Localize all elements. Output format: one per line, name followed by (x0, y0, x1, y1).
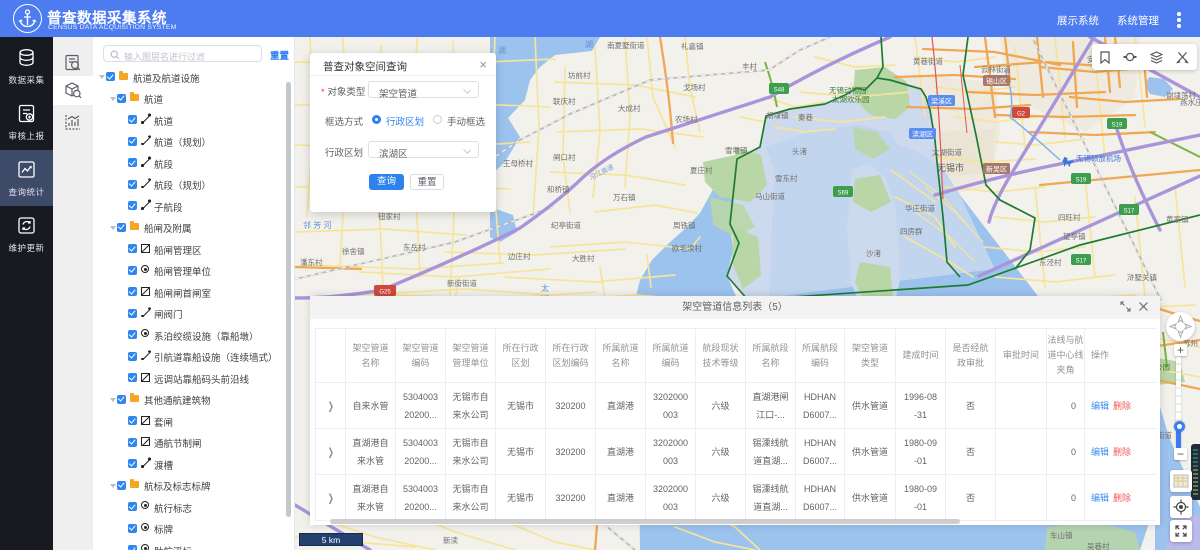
svg-text:纪亭街道: 纪亭街道 (551, 220, 581, 230)
svg-text:G25: G25 (379, 290, 391, 296)
svg-text:边庄村: 边庄村 (508, 251, 531, 261)
svg-text:南夏墅街道: 南夏墅街道 (607, 40, 645, 50)
svg-text:和桥镇: 和桥镇 (547, 184, 570, 194)
svg-text:四旺村: 四旺村 (1058, 212, 1081, 222)
svg-text:新渎: 新渎 (443, 535, 458, 545)
svg-text:四房群: 四房群 (900, 226, 923, 236)
svg-text:无锡市: 无锡市 (937, 162, 964, 173)
svg-text:云林街道: 云林街道 (981, 64, 1011, 74)
svg-text:S19: S19 (1076, 178, 1087, 184)
svg-text:无锡动物园·: 无锡动物园· (829, 85, 869, 95)
svg-text:S17: S17 (1124, 209, 1135, 215)
svg-text:徐舍镇: 徐舍镇 (342, 246, 365, 256)
svg-text:湖: 湖 (498, 46, 506, 55)
svg-text:联庆村: 联庆村 (553, 96, 576, 106)
svg-text:新吴区: 新吴区 (986, 165, 1007, 174)
svg-text:头渚: 头渚 (792, 146, 807, 156)
svg-text:礼嘉镇: 礼嘉镇 (681, 41, 704, 51)
svg-text:太湖欢乐园: 太湖欢乐园 (832, 94, 870, 104)
svg-text:S19: S19 (1112, 123, 1123, 129)
svg-text:万石镇: 万石镇 (613, 192, 636, 202)
svg-text:王母桥村: 王母桥村 (503, 158, 533, 168)
svg-text:钮家村: 钮家村 (378, 211, 401, 221)
svg-text:吴巷村: 吴巷村 (1087, 541, 1110, 550)
svg-text:农场村: 农场村 (675, 114, 698, 124)
svg-text:邻 芳 河: 邻 芳 河 (303, 220, 331, 230)
svg-text:胡埭镇: 胡埭镇 (766, 110, 789, 120)
svg-text:G2: G2 (1017, 112, 1026, 118)
svg-text:夏庄村: 夏庄村 (690, 165, 713, 175)
svg-text:滨湖区: 滨湖区 (912, 130, 933, 139)
svg-text:雪东村: 雪东村 (775, 173, 798, 183)
svg-text:大成村: 大成村 (618, 103, 641, 113)
svg-text:秦巷: 秦巷 (798, 112, 813, 122)
svg-text:丰村: 丰村 (742, 61, 757, 71)
svg-text:梁溪区: 梁溪区 (931, 97, 952, 106)
svg-text:雪堰镇: 雪堰镇 (725, 145, 748, 155)
svg-text:S69: S69 (838, 191, 849, 197)
svg-text:燕水庄: 燕水庄 (1180, 97, 1200, 107)
svg-text:湖: 湖 (585, 40, 593, 49)
svg-text:东泾村: 东泾村 (1039, 257, 1062, 267)
svg-text:闸口村: 闸口村 (553, 152, 576, 162)
svg-text:周铁镇: 周铁镇 (673, 220, 696, 230)
svg-text:锡山区: 锡山区 (986, 77, 1007, 86)
svg-text:东岳村: 东岳村 (403, 242, 426, 252)
svg-text:马山街道: 马山街道 (755, 191, 785, 201)
svg-text:黄巷街道: 黄巷街道 (913, 56, 943, 66)
svg-text:戈场村: 戈场村 (683, 82, 706, 92)
svg-text:太湖街道: 太湖街道 (932, 147, 962, 157)
svg-text:S17: S17 (1076, 259, 1087, 265)
svg-text:S48: S48 (774, 88, 785, 94)
svg-text:太: 太 (541, 283, 549, 293)
svg-text:华庄街道: 华庄街道 (905, 203, 935, 213)
svg-text:潘东村: 潘东村 (300, 257, 323, 267)
svg-text:大胜村: 大胜村 (572, 253, 595, 263)
svg-text:浒墅关镇: 浒墅关镇 (1127, 272, 1157, 282)
svg-text:沙渚: 沙渚 (866, 249, 881, 258)
svg-text:车山镇: 车山镇 (1050, 530, 1073, 540)
svg-text:望亭镇: 望亭镇 (1063, 231, 1086, 241)
svg-text:欧毛渎村: 欧毛渎村 (672, 243, 702, 253)
svg-text:坊前村: 坊前村 (568, 70, 591, 80)
svg-text:新街街道: 新街街道 (447, 278, 477, 288)
svg-text:无锡硕放机场: 无锡硕放机场 (1076, 153, 1121, 163)
svg-text:黄家镇: 黄家镇 (1166, 214, 1189, 224)
